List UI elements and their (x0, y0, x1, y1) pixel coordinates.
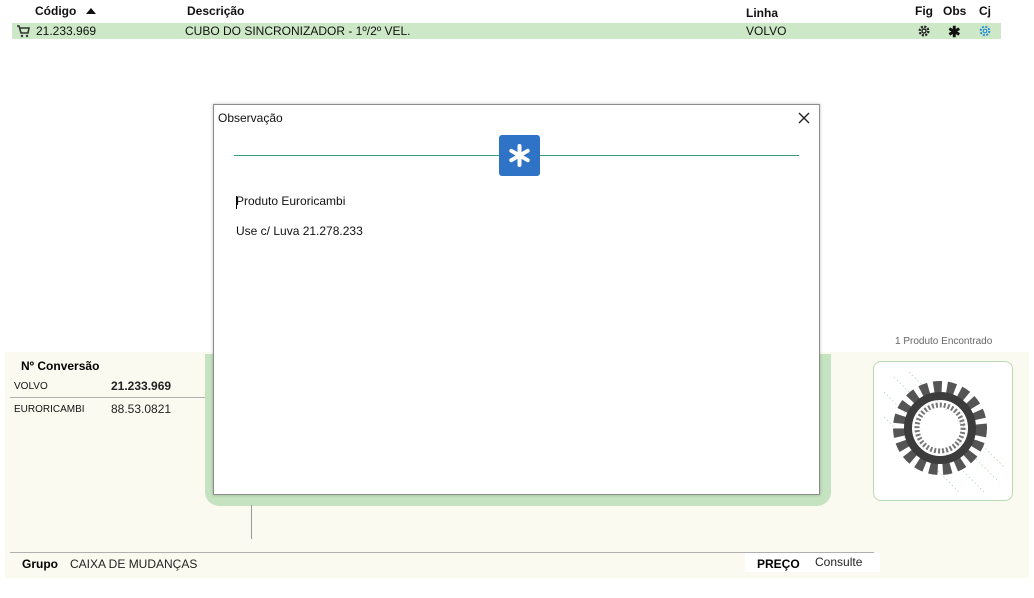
asterisk-icon[interactable]: ✱ (948, 23, 961, 41)
dialog-title: Observação (218, 111, 283, 125)
grupo-value: CAIXA DE MUDANÇAS (70, 557, 198, 571)
grupo-label: Grupo (22, 557, 58, 571)
row-codigo: 21.233.969 (36, 24, 97, 38)
conversao-brand: EURORICAMBI (14, 404, 85, 415)
row-linha: VOLVO (746, 24, 787, 38)
conversao-brand: VOLVO (14, 381, 48, 392)
gear-icon[interactable] (917, 24, 931, 41)
column-header-codigo[interactable]: Código (35, 4, 96, 18)
divider (10, 397, 205, 398)
column-header-obs[interactable]: Obs (943, 4, 966, 18)
gear-product-image (883, 371, 1005, 493)
conversao-code[interactable]: 88.53.0821 (111, 402, 171, 416)
column-header-codigo-label: Código (35, 4, 77, 18)
row-descricao: CUBO DO SINCRONIZADOR - 1º/2º VEL. (185, 24, 411, 38)
cart-icon[interactable] (16, 24, 30, 41)
observacao-line[interactable]: Produto Euroricambi (236, 194, 345, 208)
sort-ascending-icon (85, 8, 96, 14)
product-thumbnail[interactable] (873, 361, 1013, 501)
observacao-line[interactable]: Use c/ Luva 21.278.233 (236, 224, 363, 238)
preco-label: PREÇO (757, 557, 800, 571)
asterisk-icon (499, 135, 540, 176)
column-header-descricao[interactable]: Descrição (187, 4, 244, 18)
close-icon[interactable] (796, 110, 812, 126)
table-row[interactable]: 21.233.969 CUBO DO SINCRONIZADOR - 1º/2º… (12, 23, 1001, 41)
observacao-dialog: Observação Produto Euroricambi Use c/ Lu… (213, 104, 820, 495)
results-count: 1 Produto Encontrado (895, 336, 993, 347)
conversao-title: Nº Conversão (21, 359, 100, 373)
conversao-code[interactable]: 21.233.969 (111, 379, 171, 393)
column-header-fig[interactable]: Fig (915, 4, 933, 18)
column-header-linha[interactable]: Linha (746, 6, 778, 20)
divider (251, 505, 252, 539)
column-header-cj[interactable]: Cj (979, 4, 991, 18)
preco-value: Consulte (815, 555, 863, 569)
gear-outline-icon[interactable] (978, 24, 992, 41)
